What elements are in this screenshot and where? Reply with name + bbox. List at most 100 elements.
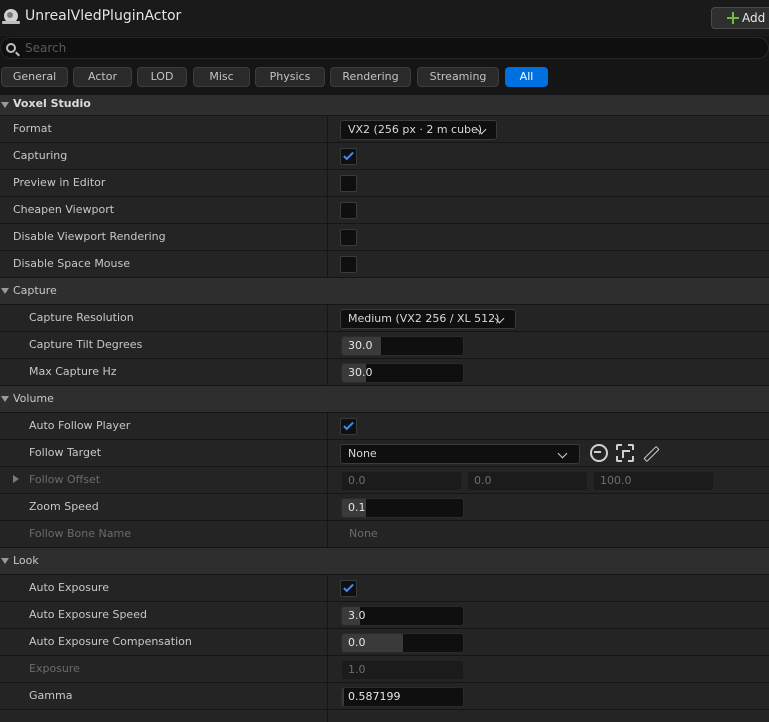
category-label: Volume [13, 392, 54, 405]
slider-fill [342, 688, 345, 706]
preview-in-editor-checkbox[interactable] [340, 175, 357, 192]
property-cheapen-viewport: Cheapen Viewport [0, 197, 769, 224]
property-auto-exposure-speed: Auto Exposure Speed 3.0 [0, 602, 769, 629]
collapse-caret-icon [1, 396, 9, 402]
checkmark-icon [343, 581, 354, 593]
category-label: Voxel Studio [13, 97, 91, 110]
property-exposure: Exposure 1.0 [0, 656, 769, 683]
follow-offset-y-value: 0.0 [474, 474, 492, 487]
capture-tilt-degrees-input[interactable]: 30.0 [341, 336, 464, 356]
follow-offset-x-value: 0.0 [348, 474, 366, 487]
auto-follow-player-checkbox[interactable] [340, 418, 357, 435]
capture-tilt-degrees-value: 30.0 [348, 339, 373, 352]
property-label: Capture Resolution [29, 311, 134, 324]
property-label: Auto Follow Player [29, 419, 131, 432]
property-label: Auto Exposure Compensation [29, 635, 192, 648]
property-label: Auto Exposure [29, 581, 109, 594]
follow-offset-z-input: 100.0 [593, 471, 714, 491]
collapse-caret-icon [1, 558, 9, 564]
tab-general[interactable]: General [1, 67, 68, 87]
property-label: Disable Space Mouse [13, 257, 131, 270]
checkmark-icon [343, 149, 354, 161]
property-label: Capture Tilt Degrees [29, 338, 143, 351]
property-auto-exposure-compensation: Auto Exposure Compensation 0.0 [0, 629, 769, 656]
auto-exposure-checkbox[interactable] [340, 580, 357, 597]
auto-exposure-speed-value: 3.0 [348, 609, 366, 622]
max-capture-hz-input[interactable]: 30.0 [341, 363, 464, 383]
disable-viewport-rendering-checkbox[interactable] [340, 229, 357, 246]
property-label: Capturing [13, 149, 68, 162]
follow-offset-z-value: 100.0 [600, 474, 632, 487]
cheapen-viewport-checkbox[interactable] [340, 202, 357, 219]
property-label: Max Capture Hz [29, 365, 117, 378]
property-format: Format VX2 (256 px · 2 m cube) [0, 116, 769, 143]
search-input[interactable] [25, 40, 725, 56]
property-label: Follow Offset [29, 473, 101, 486]
search-box [0, 37, 769, 59]
format-value: VX2 (256 px · 2 m cube) [348, 123, 483, 136]
browse-to-asset-icon[interactable] [590, 444, 608, 462]
chevron-down-icon [557, 448, 568, 459]
capturing-checkbox[interactable] [340, 148, 357, 165]
auto-exposure-compensation-value: 0.0 [348, 636, 366, 649]
property-label: Format [13, 122, 52, 135]
collapse-caret-icon [1, 102, 9, 108]
property-row-partial [0, 710, 769, 722]
exposure-input: 1.0 [341, 660, 464, 680]
category-voxel-studio[interactable]: Voxel Studio [0, 95, 769, 116]
follow-target-dropdown[interactable]: None [340, 444, 580, 464]
eyedropper-icon[interactable] [642, 444, 660, 462]
details-header: UnrealVledPluginActor Add [0, 0, 769, 36]
tab-physics[interactable]: Physics [255, 67, 325, 87]
category-capture[interactable]: Capture [0, 278, 769, 305]
tab-streaming[interactable]: Streaming [417, 67, 499, 87]
tab-rendering[interactable]: Rendering [330, 67, 411, 87]
add-component-button[interactable]: Add [711, 7, 769, 29]
expand-caret-icon[interactable] [13, 475, 19, 483]
gamma-value: 0.587199 [348, 690, 401, 703]
follow-offset-y-input: 0.0 [467, 471, 588, 491]
zoom-speed-input[interactable]: 0.1 [341, 498, 464, 518]
plus-icon [727, 12, 739, 24]
capture-resolution-value: Medium (VX2 256 / XL 512) [348, 312, 500, 325]
tab-actor[interactable]: Actor [73, 67, 132, 87]
category-volume[interactable]: Volume [0, 386, 769, 413]
category-label: Capture [13, 284, 57, 297]
tab-all[interactable]: All [505, 67, 548, 87]
property-capture-resolution: Capture Resolution Medium (VX2 256 / XL … [0, 305, 769, 332]
add-button-label: Add [742, 11, 766, 25]
tab-misc[interactable]: Misc [193, 67, 250, 87]
max-capture-hz-value: 30.0 [348, 366, 373, 379]
capture-resolution-dropdown[interactable]: Medium (VX2 256 / XL 512) [340, 309, 516, 329]
auto-exposure-compensation-input[interactable]: 0.0 [341, 633, 464, 653]
property-auto-exposure: Auto Exposure [0, 575, 769, 602]
property-label: Follow Bone Name [29, 527, 131, 540]
property-follow-target: Follow Target None [0, 440, 769, 467]
exposure-value: 1.0 [348, 663, 366, 676]
auto-exposure-speed-input[interactable]: 3.0 [341, 606, 464, 626]
property-label: Cheapen Viewport [13, 203, 115, 216]
property-capture-tilt-degrees: Capture Tilt Degrees 30.0 [0, 332, 769, 359]
property-follow-offset: Follow Offset 0.0 0.0 100.0 [0, 467, 769, 494]
tab-lod[interactable]: LOD [137, 67, 187, 87]
follow-bone-name-value: None [349, 527, 378, 540]
actor-icon-base [2, 21, 20, 24]
property-zoom-speed: Zoom Speed 0.1 [0, 494, 769, 521]
property-label: Disable Viewport Rendering [13, 230, 166, 243]
zoom-speed-value: 0.1 [348, 501, 366, 514]
collapse-caret-icon [1, 288, 9, 294]
property-label: Auto Exposure Speed [29, 608, 147, 621]
property-capturing: Capturing [0, 143, 769, 170]
search-icon [6, 43, 16, 53]
select-actor-icon[interactable] [616, 444, 634, 462]
property-preview-in-editor: Preview in Editor [0, 170, 769, 197]
disable-space-mouse-checkbox[interactable] [340, 256, 357, 273]
property-label: Zoom Speed [29, 500, 99, 513]
category-look[interactable]: Look [0, 548, 769, 575]
gamma-input[interactable]: 0.587199 [341, 687, 464, 707]
format-dropdown[interactable]: VX2 (256 px · 2 m cube) [340, 120, 497, 140]
follow-offset-x-input: 0.0 [341, 471, 462, 491]
property-label: Exposure [29, 662, 80, 675]
property-label: Follow Target [29, 446, 102, 459]
details-grid: Voxel Studio Format VX2 (256 px · 2 m cu… [0, 95, 769, 722]
